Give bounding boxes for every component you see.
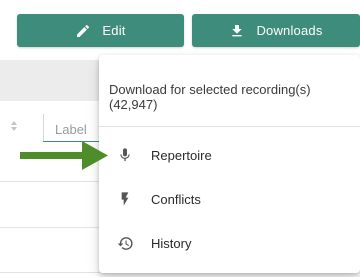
menu-caption-title: Download for selected recording(s) (109, 82, 311, 97)
menu-item-conflicts[interactable]: Conflicts (99, 179, 360, 219)
label-filter-input[interactable] (43, 114, 100, 142)
lightning-icon (99, 191, 151, 207)
history-icon (99, 235, 151, 252)
table-row-divider (0, 272, 100, 273)
menu-item-history[interactable]: History (99, 223, 360, 263)
downloads-menu: Download for selected recording(s) (42,9… (99, 55, 360, 273)
table-row-divider (0, 181, 100, 182)
menu-item-label: Repertoire (151, 147, 212, 163)
pencil-icon (75, 23, 91, 39)
menu-caption: Download for selected recording(s) (42,9… (109, 82, 349, 112)
downloads-button[interactable]: Downloads (192, 14, 360, 47)
table-header (0, 60, 100, 101)
downloads-button-label: Downloads (256, 23, 323, 38)
menu-divider (99, 126, 360, 127)
annotation-arrow-icon (20, 141, 108, 170)
menu-item-label: Conflicts (151, 191, 201, 207)
menu-caption-count: (42,947) (109, 97, 158, 112)
page: Edit Downloads Download for selected rec… (0, 0, 360, 277)
edit-button-label: Edit (102, 23, 126, 38)
menu-item-repertoire[interactable]: Repertoire (99, 135, 360, 175)
download-icon (229, 23, 245, 39)
sort-icon[interactable] (11, 121, 17, 131)
menu-item-label: History (151, 235, 192, 251)
edit-button[interactable]: Edit (17, 14, 184, 47)
table-row-divider (0, 227, 100, 228)
